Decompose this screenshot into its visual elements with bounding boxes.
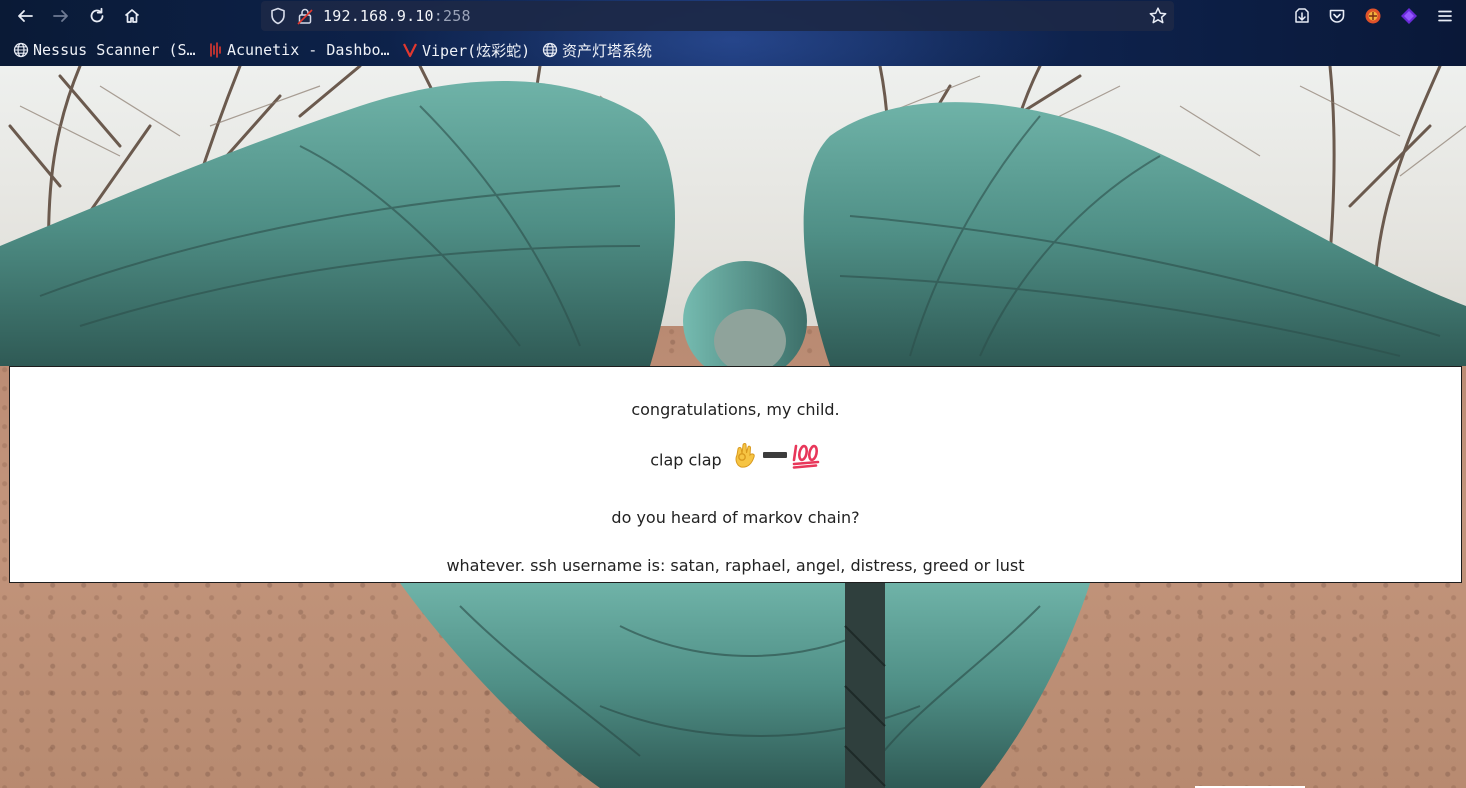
- extension-button-2[interactable]: [1397, 4, 1421, 28]
- bookmark-label: Nessus Scanner (S…: [33, 41, 196, 59]
- save-to-pocket-button[interactable]: [1290, 4, 1314, 28]
- hundred-points-emoji: [792, 444, 820, 469]
- forward-button[interactable]: [48, 4, 74, 28]
- browser-chrome: 192.168.9.10:258 Nessus Scanner (S… Acun…: [0, 0, 1466, 66]
- extension-icon: [1365, 8, 1381, 24]
- back-button[interactable]: [12, 4, 38, 28]
- bookmarks-toolbar: Nessus Scanner (S… Acunetix - Dashbo… Vi…: [0, 36, 1466, 64]
- pocket-button[interactable]: [1325, 4, 1349, 28]
- url-text[interactable]: 192.168.9.10:258: [323, 7, 471, 25]
- browser-toolbar: 192.168.9.10:258: [0, 0, 1466, 32]
- congratulations-text: congratulations, my child.: [631, 400, 840, 419]
- bookmark-acunetix[interactable]: Acunetix - Dashbo…: [207, 40, 390, 60]
- globe-icon: [13, 42, 29, 58]
- menu-icon: [1438, 10, 1452, 22]
- acunetix-icon: [207, 42, 223, 58]
- bookmark-star-icon[interactable]: [1148, 6, 1168, 26]
- ok-hand-emoji: [735, 443, 755, 468]
- insecure-lock-icon[interactable]: [297, 7, 313, 25]
- markov-question-text: do you heard of markov chain?: [611, 508, 860, 527]
- bookmark-label: Viper(炫彩蛇): [422, 41, 531, 60]
- bookmark-nessus[interactable]: Nessus Scanner (S…: [13, 40, 196, 60]
- bookmark-asset-lighthouse[interactable]: 资产灯塔系统: [542, 40, 652, 60]
- home-button[interactable]: [119, 4, 145, 28]
- tracking-shield-icon[interactable]: [269, 7, 287, 25]
- ssh-usernames-text: whatever. ssh username is: satan, raphae…: [446, 556, 1025, 575]
- forward-arrow-icon: [53, 10, 68, 22]
- bookmark-viper[interactable]: Viper(炫彩蛇): [402, 40, 530, 60]
- back-arrow-icon: [18, 10, 33, 22]
- extension-diamond-icon: [1401, 8, 1417, 24]
- globe-icon: [542, 42, 558, 58]
- emoji-group: [733, 441, 821, 469]
- message-box: congratulations, my child. clap clap do …: [9, 366, 1462, 583]
- bookmark-label: 资产灯塔系统: [562, 41, 653, 60]
- url-port: :258: [433, 7, 471, 25]
- clap-text: clap clap: [650, 450, 722, 470]
- url-host: 192.168.9.10: [323, 7, 434, 25]
- home-icon: [124, 9, 140, 23]
- app-menu-button[interactable]: [1433, 4, 1457, 28]
- heavy-minus-emoji: [762, 452, 787, 458]
- clap-line: clap clap: [10, 443, 1461, 475]
- save-to-pocket-icon: [1295, 8, 1309, 23]
- extension-button-1[interactable]: [1361, 4, 1385, 28]
- reload-button[interactable]: [84, 4, 110, 28]
- pocket-icon: [1329, 9, 1345, 23]
- page-viewport: congratulations, my child. clap clap do …: [0, 66, 1466, 788]
- bookmark-label: Acunetix - Dashbo…: [227, 41, 390, 59]
- reload-icon: [90, 7, 104, 23]
- address-bar[interactable]: 192.168.9.10:258: [261, 1, 1174, 31]
- viper-icon: [402, 42, 418, 58]
